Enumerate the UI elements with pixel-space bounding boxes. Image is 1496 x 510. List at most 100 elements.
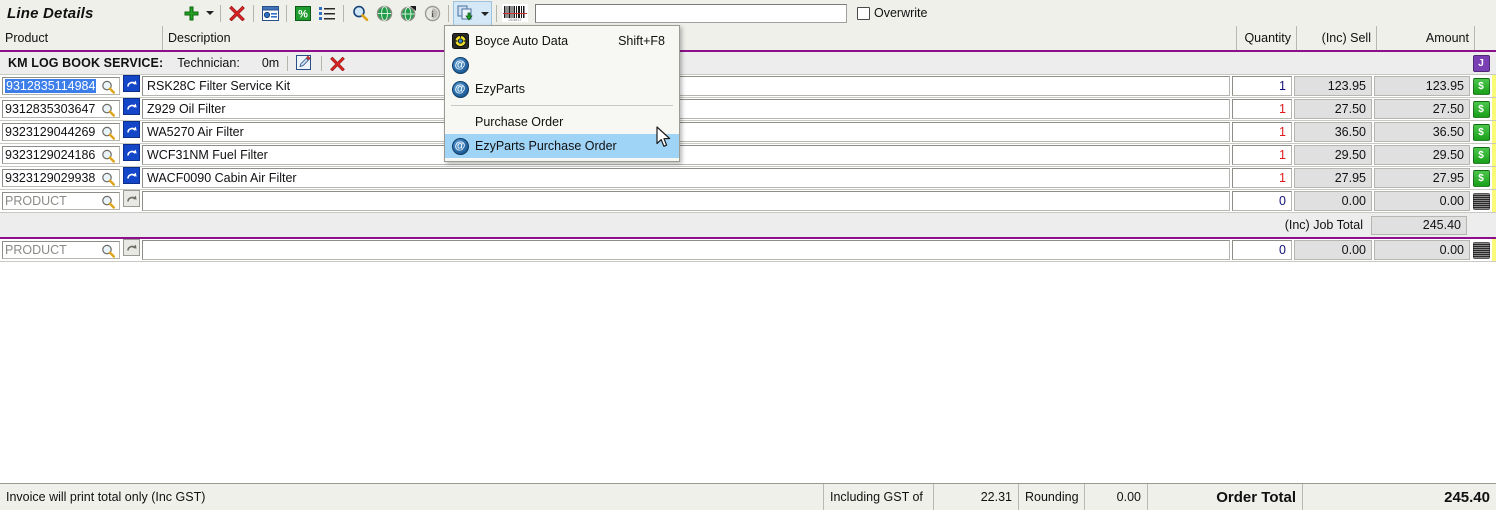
- product-cell[interactable]: 9323129024186: [0, 144, 120, 166]
- table-row[interactable]: 9323129024186 WCF31NM Fuel Filter 1 29.50 29…: [0, 144, 1496, 166]
- product-navigate-button[interactable]: [123, 190, 140, 207]
- product-cell[interactable]: 9312835114984: [0, 75, 120, 97]
- description-cell[interactable]: [142, 191, 1230, 211]
- overwrite-checkbox[interactable]: [857, 6, 870, 20]
- product-cell[interactable]: PRODUCT: [0, 239, 120, 261]
- table-row[interactable]: 9312835303647 Z929 Oil Filter 1 27.50 27.50 $: [0, 98, 1496, 120]
- web-lookup-alt-button[interactable]: [396, 2, 420, 24]
- row-status-cell[interactable]: $: [1470, 121, 1492, 143]
- column-header-product[interactable]: Product: [0, 26, 163, 50]
- sell-price-cell[interactable]: 123.95: [1294, 76, 1372, 96]
- quantity-cell[interactable]: 0: [1232, 240, 1292, 260]
- row-status-cell[interactable]: $: [1470, 144, 1492, 166]
- column-header-quantity[interactable]: Quantity: [1237, 26, 1297, 50]
- search-input[interactable]: [535, 3, 847, 23]
- table-row[interactable]: PRODUCT 0 0.00 0.00: [0, 239, 1496, 261]
- product-navigate-button[interactable]: [123, 75, 140, 92]
- product-lookup-magnifier-icon[interactable]: [101, 126, 116, 144]
- line-properties-button[interactable]: [258, 2, 282, 24]
- description-cell[interactable]: RSK28C Filter Service Kit: [142, 76, 1230, 96]
- product-lookup-magnifier-icon[interactable]: [101, 244, 116, 262]
- product-lookup-magnifier-icon[interactable]: [101, 80, 116, 98]
- product-navigate-button[interactable]: [123, 121, 140, 138]
- product-cell[interactable]: 9323129029938: [0, 167, 120, 189]
- description-cell[interactable]: WA5270 Air Filter: [142, 122, 1230, 142]
- job-header-row[interactable]: KM LOG BOOK SERVICE: Technician: 0m J: [0, 52, 1496, 75]
- sell-price-cell[interactable]: 29.50: [1294, 145, 1372, 165]
- product-navigate-button[interactable]: [123, 239, 140, 256]
- product-input[interactable]: 9312835303647: [2, 100, 120, 118]
- job-delete-button[interactable]: [330, 56, 346, 71]
- product-input[interactable]: PRODUCT: [2, 192, 120, 210]
- row-status-cell[interactable]: [1470, 239, 1492, 261]
- description-cell[interactable]: WACF0090 Cabin Air Filter: [142, 168, 1230, 188]
- overwrite-checkbox-group[interactable]: Overwrite: [857, 6, 927, 20]
- table-row[interactable]: 9323129044269 WA5270 Air Filter 1 36.50 36.5…: [0, 121, 1496, 143]
- quantity-cell[interactable]: 1: [1232, 145, 1292, 165]
- product-cell[interactable]: 9312835303647: [0, 98, 120, 120]
- delete-line-button[interactable]: [225, 2, 249, 24]
- quantity-cell[interactable]: 1: [1232, 122, 1292, 142]
- product-input[interactable]: 9323129044269: [2, 123, 120, 141]
- product-cell[interactable]: PRODUCT: [0, 190, 120, 212]
- row-status-cell[interactable]: [1470, 190, 1492, 212]
- amount-cell[interactable]: 29.50: [1374, 145, 1470, 165]
- sell-price-cell[interactable]: 27.95: [1294, 168, 1372, 188]
- column-header-sell[interactable]: (Inc) Sell: [1297, 26, 1377, 50]
- product-input[interactable]: 9323129024186: [2, 146, 120, 164]
- table-row[interactable]: 9312835114984 RSK28C Filter Service Kit 1 1…: [0, 75, 1496, 97]
- amount-cell[interactable]: 0.00: [1374, 240, 1470, 260]
- job-status-icon-cell[interactable]: J: [1470, 54, 1492, 72]
- product-navigate-button[interactable]: [123, 144, 140, 161]
- amount-cell[interactable]: 36.50: [1374, 122, 1470, 142]
- quantity-cell[interactable]: 0: [1232, 191, 1292, 211]
- description-cell[interactable]: WCF31NM Fuel Filter: [142, 145, 1230, 165]
- table-row[interactable]: PRODUCT 0 0.00 0.00: [0, 190, 1496, 212]
- row-status-cell[interactable]: $: [1470, 98, 1492, 120]
- sell-price-cell[interactable]: 36.50: [1294, 122, 1372, 142]
- sell-price-cell[interactable]: 0.00: [1294, 191, 1372, 211]
- product-lookup-magnifier-icon[interactable]: [101, 195, 116, 213]
- column-header-amount[interactable]: Amount: [1377, 26, 1475, 50]
- job-edit-button[interactable]: [296, 55, 313, 71]
- find-button[interactable]: [348, 2, 372, 24]
- table-row[interactable]: 9323129029938 WACF0090 Cabin Air Filter 1 2…: [0, 167, 1496, 189]
- add-line-dropdown[interactable]: [203, 2, 216, 24]
- product-input[interactable]: PRODUCT: [2, 241, 120, 259]
- amount-cell[interactable]: 27.50: [1374, 99, 1470, 119]
- menu-item[interactable]: Boyce Auto Data Shift+F8: [445, 29, 679, 53]
- product-lookup-magnifier-icon[interactable]: [101, 172, 116, 190]
- info-button[interactable]: i: [420, 2, 444, 24]
- description-cell[interactable]: Z929 Oil Filter: [142, 99, 1230, 119]
- quantity-cell[interactable]: 1: [1232, 99, 1292, 119]
- amount-cell[interactable]: 0.00: [1374, 191, 1470, 211]
- quantity-cell[interactable]: 1: [1232, 168, 1292, 188]
- product-navigate-button[interactable]: [123, 98, 140, 115]
- menu-item[interactable]: @: [445, 53, 679, 77]
- row-status-cell[interactable]: $: [1470, 75, 1492, 97]
- amount-cell[interactable]: 27.95: [1374, 168, 1470, 188]
- product-lookup-magnifier-icon[interactable]: [101, 149, 116, 167]
- amount-cell[interactable]: 123.95: [1374, 76, 1470, 96]
- sell-price-cell[interactable]: 0.00: [1294, 240, 1372, 260]
- column-header-description[interactable]: Description: [163, 26, 1237, 50]
- product-cell[interactable]: 9323129044269: [0, 121, 120, 143]
- menu-item[interactable]: Purchase Order: [445, 110, 679, 134]
- line-list-button[interactable]: [315, 2, 339, 24]
- row-status-cell[interactable]: $: [1470, 167, 1492, 189]
- product-input[interactable]: 9323129029938: [2, 169, 120, 187]
- product-navigate-button[interactable]: [123, 167, 140, 184]
- sell-price-cell[interactable]: 27.50: [1294, 99, 1372, 119]
- description-cell[interactable]: [142, 240, 1230, 260]
- menu-item[interactable]: @ EzyParts Purchase Order: [445, 134, 679, 158]
- order-source-dropdown[interactable]: [478, 3, 491, 25]
- quantity-cell[interactable]: 1: [1232, 76, 1292, 96]
- barcode-button[interactable]: 263617: [501, 2, 529, 24]
- product-input[interactable]: 9312835114984: [2, 77, 120, 95]
- product-lookup-magnifier-icon[interactable]: [101, 103, 116, 121]
- order-source-button[interactable]: [454, 3, 478, 25]
- discount-percent-button[interactable]: %: [291, 2, 315, 24]
- add-line-button[interactable]: [179, 2, 203, 24]
- web-lookup-button[interactable]: [372, 2, 396, 24]
- menu-item[interactable]: @ EzyParts: [445, 77, 679, 101]
